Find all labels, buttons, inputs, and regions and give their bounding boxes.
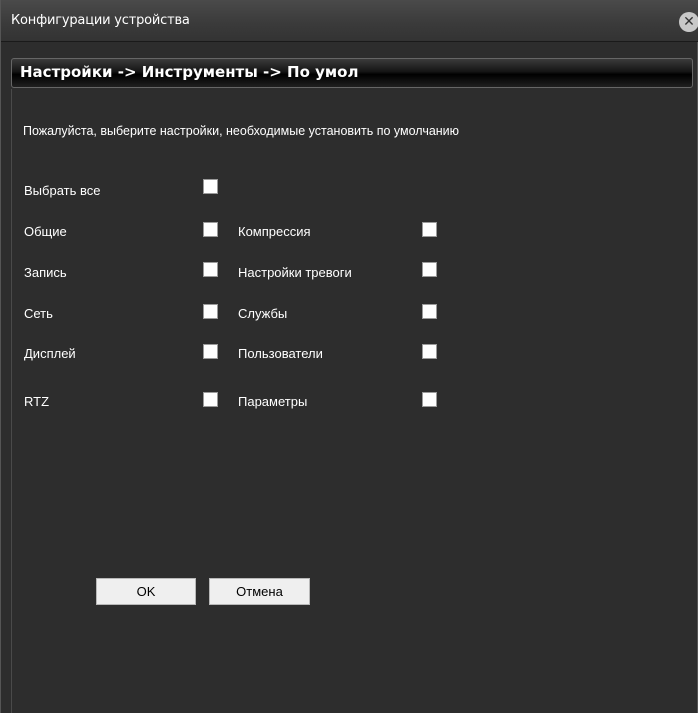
option-label-alarm: Настройки тревоги [238,265,352,280]
option-label-display: Дисплей [24,346,76,361]
option-label-rtz: RTZ [24,394,50,409]
select-all-label: Выбрать все [24,183,101,198]
option-label-parameters: Параметры [238,394,308,409]
window-title: Конфигурации устройства [11,13,190,28]
checkbox-rtz[interactable] [203,392,218,407]
checkbox-alarm[interactable] [422,262,437,277]
option-label-general: Общие [24,224,67,239]
option-label-record: Запись [24,265,67,280]
ok-button[interactable]: OK [96,578,196,605]
checkbox-display[interactable] [203,344,218,359]
cancel-button[interactable]: Отмена [209,578,310,605]
checkbox-general[interactable] [203,222,218,237]
option-label-users: Пользователи [238,346,323,361]
checkbox-services[interactable] [422,304,437,319]
window-titlebar[interactable]: Конфигурации устройства ✕ [1,0,698,42]
instruction-text: Пожалуйста, выберите настройки, необходи… [23,124,460,138]
checkbox-parameters[interactable] [422,392,437,407]
breadcrumb-text: Настройки -> Инструменты -> По умол [20,63,359,81]
select-all-checkbox[interactable] [203,179,218,194]
content-panel [11,89,693,713]
checkbox-users[interactable] [422,344,437,359]
option-label-compression: Компрессия [238,224,311,239]
option-label-services: Службы [238,306,288,321]
close-icon[interactable]: ✕ [679,12,698,32]
checkbox-compression[interactable] [422,222,437,237]
option-label-network: Сеть [24,306,53,321]
checkbox-network[interactable] [203,304,218,319]
checkbox-record[interactable] [203,262,218,277]
config-window: Конфигурации устройства ✕ Настройки -> И… [0,0,698,713]
breadcrumb: Настройки -> Инструменты -> По умол [11,58,693,88]
